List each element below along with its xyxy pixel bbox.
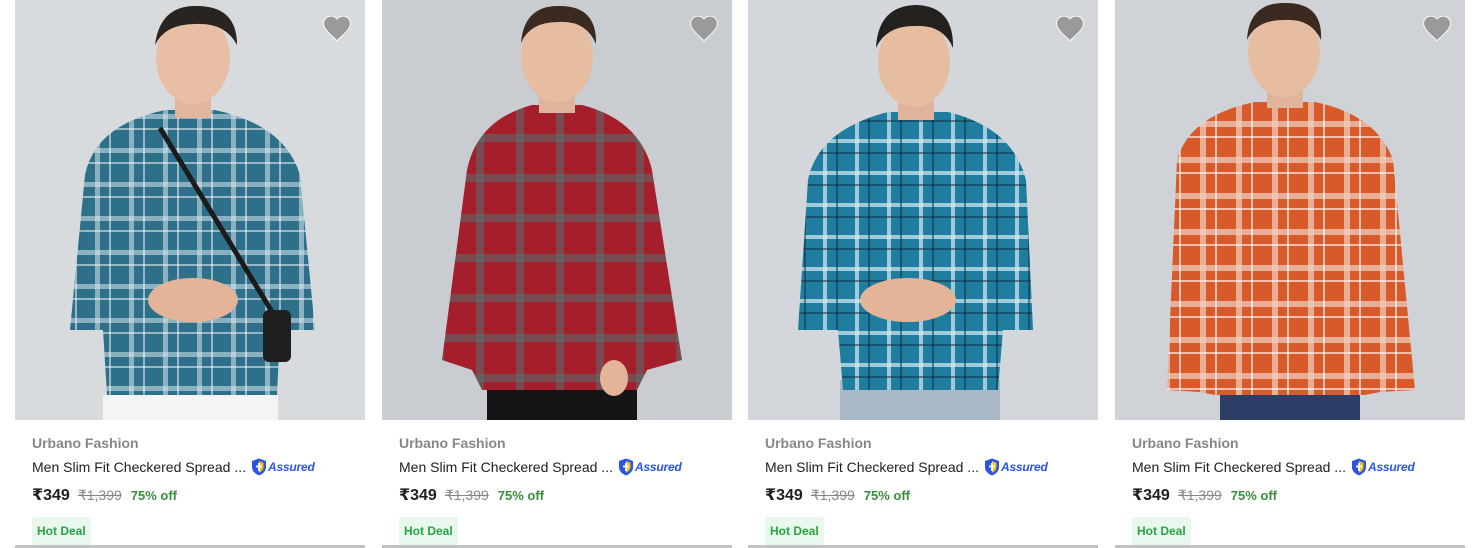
product-image[interactable] — [748, 0, 1098, 420]
discount-label: 75% off — [863, 488, 911, 503]
assured-label: Assured — [1000, 460, 1048, 474]
product-card[interactable]: Urbano Fashion Men Slim Fit Checkered Sp… — [748, 0, 1098, 548]
selling-price: ₹349 — [765, 487, 803, 504]
model-photo — [748, 0, 1098, 420]
product-info: Urbano Fashion Men Slim Fit Checkered Sp… — [382, 420, 732, 545]
product-card[interactable]: Urbano Fashion Men Slim Fit Checkered Sp… — [15, 0, 365, 548]
product-grid: Urbano Fashion Men Slim Fit Checkered Sp… — [0, 0, 1477, 548]
brand-name: Urbano Fashion — [1132, 435, 1239, 451]
brand-name: Urbano Fashion — [399, 435, 506, 451]
price-row: ₹349 ₹1,399 75% off — [399, 485, 732, 507]
original-price: ₹1,399 — [444, 487, 489, 503]
heart-icon[interactable] — [323, 16, 351, 42]
product-title[interactable]: Men Slim Fit Checkered Spread ... — [765, 459, 979, 475]
product-info: Urbano Fashion Men Slim Fit Checkered Sp… — [1115, 420, 1465, 545]
original-price: ₹1,399 — [1177, 487, 1222, 503]
price-row: ₹349 ₹1,399 75% off — [1132, 485, 1465, 507]
assured-badge: Assured — [984, 457, 1048, 477]
shield-icon — [618, 458, 633, 476]
shield-icon — [251, 458, 266, 476]
assured-badge: Assured — [251, 457, 315, 477]
product-image[interactable] — [1115, 0, 1465, 420]
product-image[interactable] — [15, 0, 365, 420]
hot-deal-badge: Hot Deal — [765, 517, 824, 545]
shield-icon — [984, 458, 999, 476]
model-photo — [15, 0, 365, 420]
assured-label: Assured — [267, 460, 315, 474]
product-card[interactable]: Urbano Fashion Men Slim Fit Checkered Sp… — [382, 0, 732, 548]
hot-deal-badge: Hot Deal — [1132, 517, 1191, 545]
product-title[interactable]: Men Slim Fit Checkered Spread ... — [399, 459, 613, 475]
price-row: ₹349 ₹1,399 75% off — [32, 485, 365, 507]
selling-price: ₹349 — [32, 487, 70, 504]
brand-name: Urbano Fashion — [32, 435, 139, 451]
discount-label: 75% off — [497, 488, 545, 503]
selling-price: ₹349 — [399, 487, 437, 504]
heart-icon[interactable] — [1056, 16, 1084, 42]
product-info: Urbano Fashion Men Slim Fit Checkered Sp… — [748, 420, 1098, 545]
price-row: ₹349 ₹1,399 75% off — [765, 485, 1098, 507]
heart-icon[interactable] — [1423, 16, 1451, 42]
discount-label: 75% off — [130, 488, 178, 503]
assured-label: Assured — [634, 460, 682, 474]
product-title[interactable]: Men Slim Fit Checkered Spread ... — [32, 459, 246, 475]
title-row: Men Slim Fit Checkered Spread ... Assure… — [765, 456, 1098, 478]
original-price: ₹1,399 — [77, 487, 122, 503]
heart-icon[interactable] — [690, 16, 718, 42]
product-info: Urbano Fashion Men Slim Fit Checkered Sp… — [15, 420, 365, 545]
assured-label: Assured — [1367, 460, 1415, 474]
original-price: ₹1,399 — [810, 487, 855, 503]
model-photo — [382, 0, 732, 420]
product-image[interactable] — [382, 0, 732, 420]
product-title[interactable]: Men Slim Fit Checkered Spread ... — [1132, 459, 1346, 475]
title-row: Men Slim Fit Checkered Spread ... Assure… — [1132, 456, 1465, 478]
product-card[interactable]: Urbano Fashion Men Slim Fit Checkered Sp… — [1115, 0, 1465, 548]
discount-label: 75% off — [1230, 488, 1278, 503]
brand-name: Urbano Fashion — [765, 435, 872, 451]
title-row: Men Slim Fit Checkered Spread ... Assure… — [32, 456, 365, 478]
model-photo — [1115, 0, 1465, 420]
assured-badge: Assured — [618, 457, 682, 477]
title-row: Men Slim Fit Checkered Spread ... Assure… — [399, 456, 732, 478]
hot-deal-badge: Hot Deal — [399, 517, 458, 545]
selling-price: ₹349 — [1132, 487, 1170, 504]
shield-icon — [1351, 458, 1366, 476]
assured-badge: Assured — [1351, 457, 1415, 477]
hot-deal-badge: Hot Deal — [32, 517, 91, 545]
